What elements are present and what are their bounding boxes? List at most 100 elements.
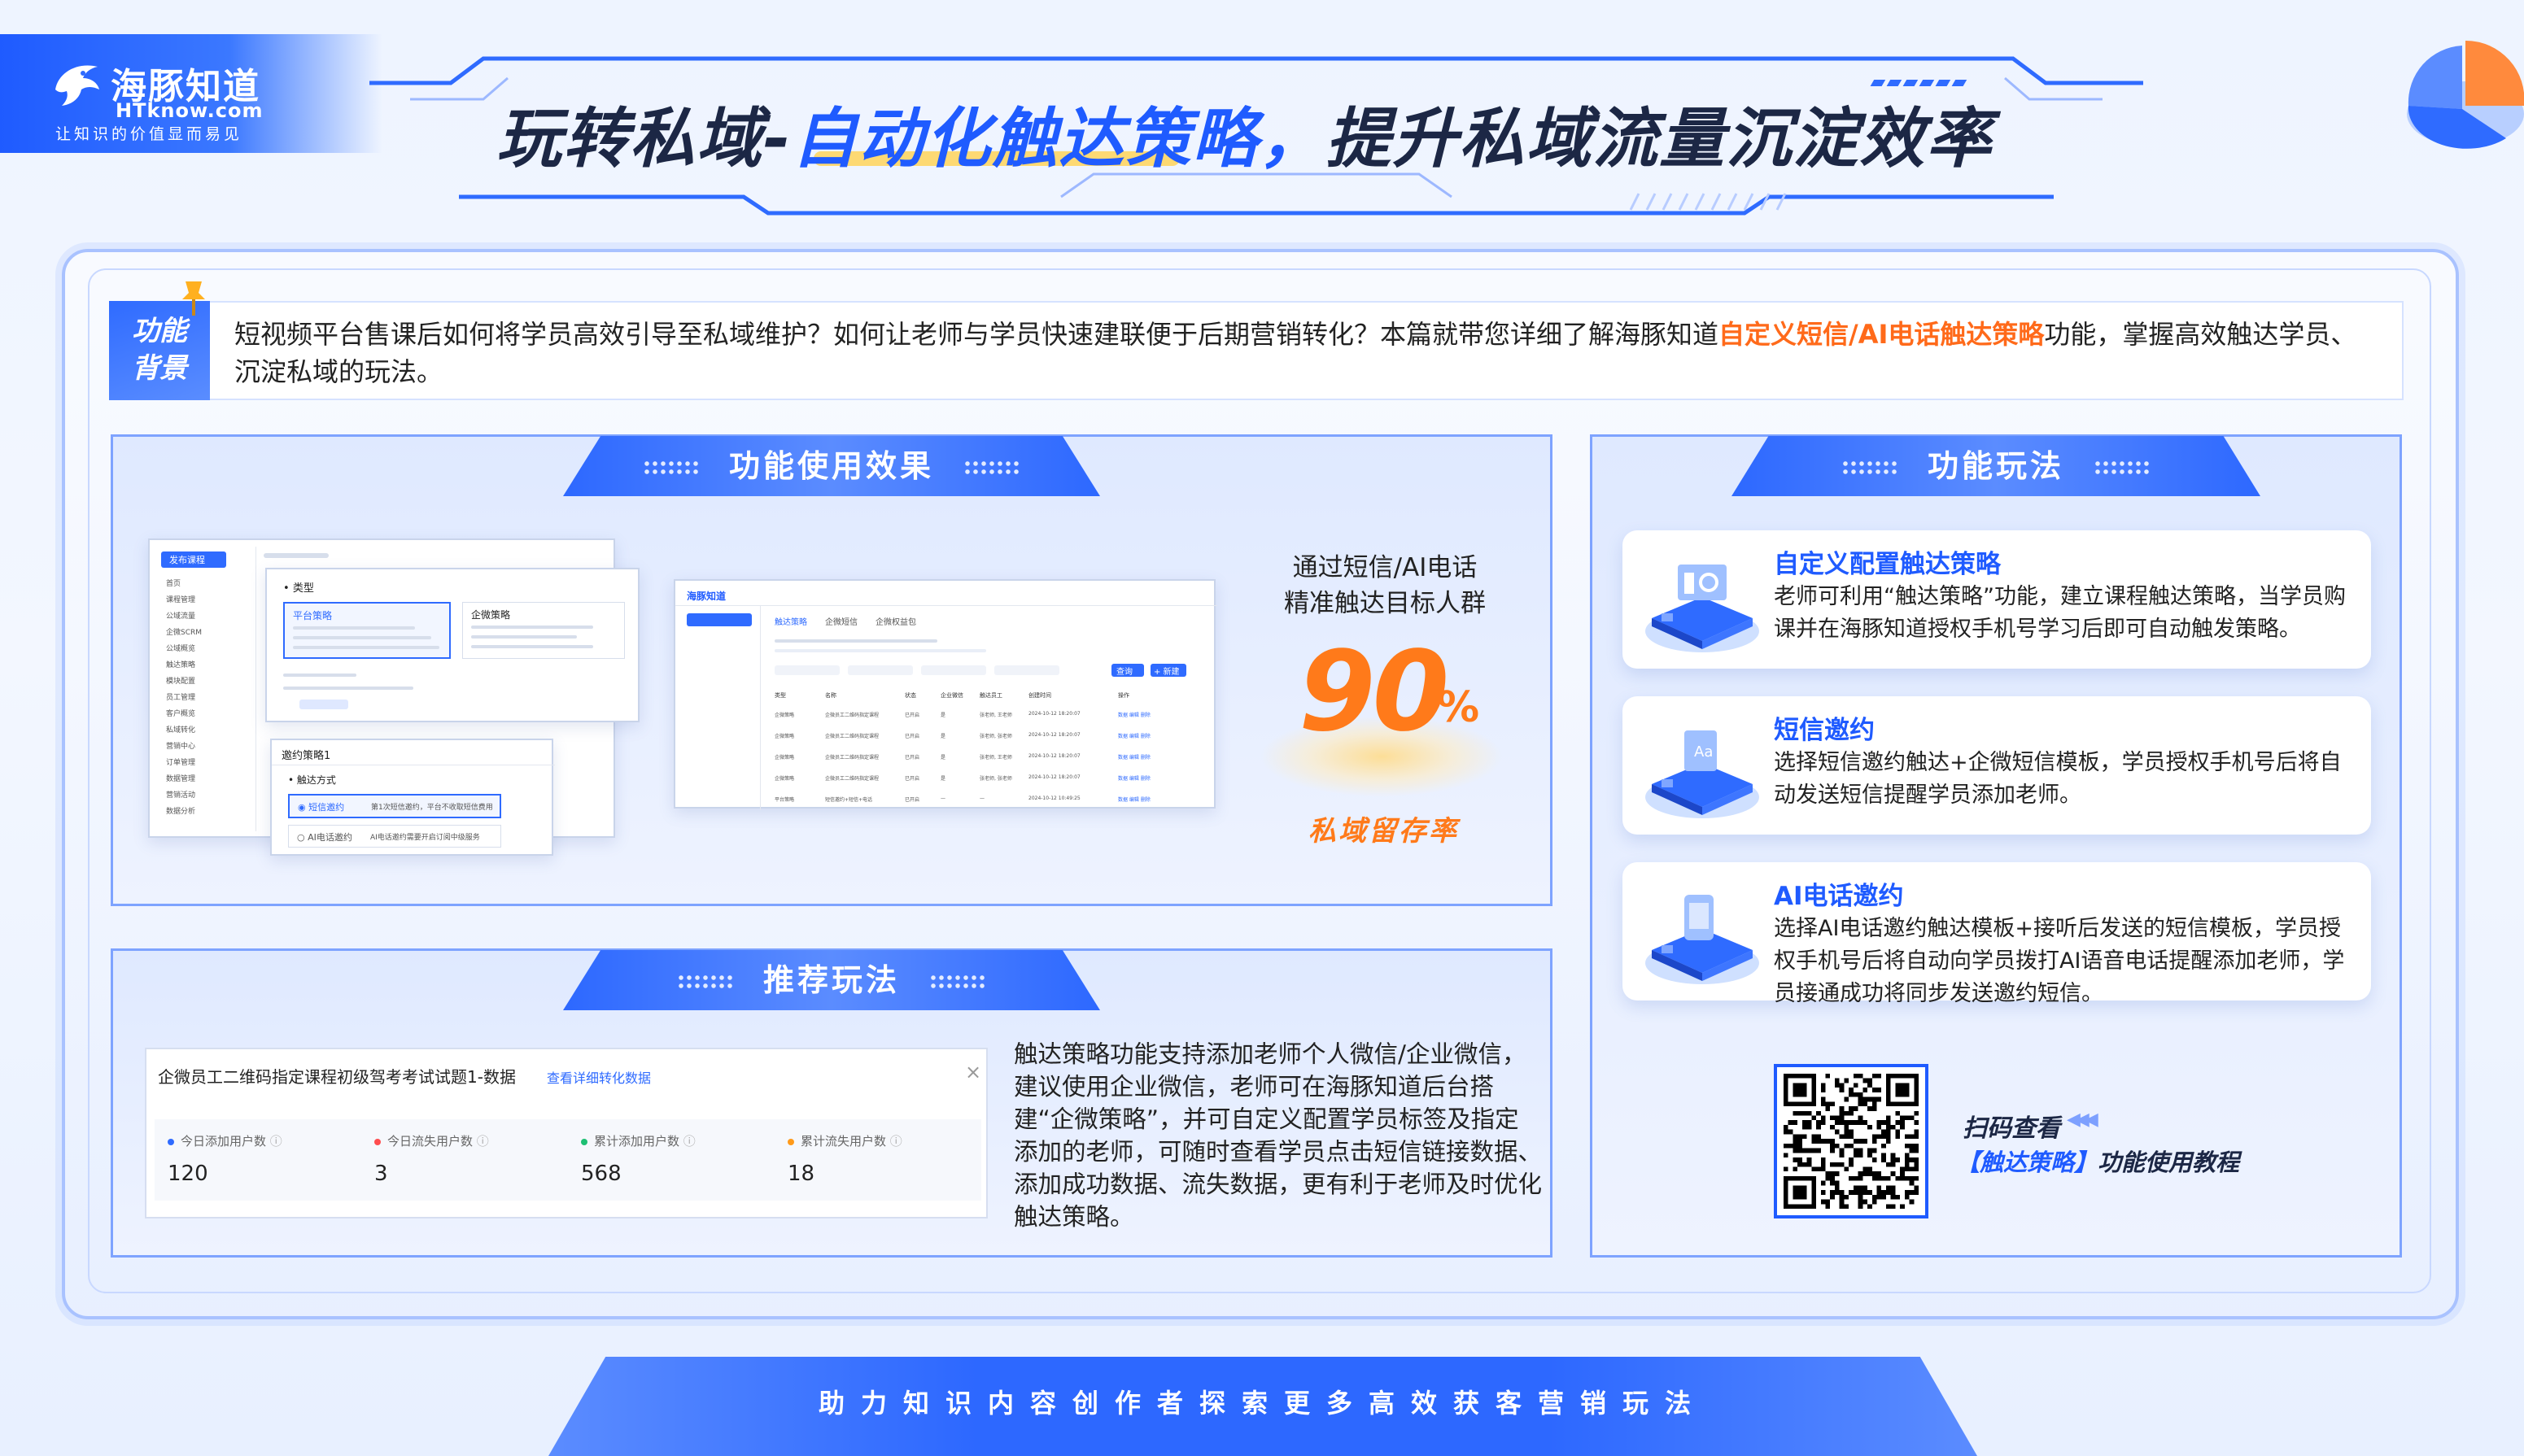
screenshot-table-header: 企业微信: [941, 692, 963, 699]
screenshot-menu-item: 企微SCRM: [166, 629, 203, 637]
screenshot-strategy-table: 海豚知道 触达策略 企微短信 企微权益包 查询 + 新建 类型 名称 状态 企业微信 触达员…: [674, 579, 1217, 810]
help-icon[interactable]: ⓘ: [679, 1134, 696, 1149]
stat-label: 累计流失用户数 ⓘ: [788, 1132, 902, 1149]
screenshot-table-cell: 数据 编辑 删除: [1118, 755, 1151, 761]
screenshot-table-cell: 短信邀约+短信+电话: [825, 797, 873, 803]
pushpin-icon: [182, 281, 205, 316]
phone-icon: [1637, 872, 1767, 994]
screenshot-table-cell: 已开启: [905, 755, 920, 761]
effect-section-heading: 功能使用效果: [563, 436, 1100, 496]
stat-label: 今日流失用户数 ⓘ: [374, 1132, 489, 1149]
brand-domain: HTknow.com: [116, 99, 264, 122]
title-highlight: 自动化触达策略，: [792, 101, 1326, 177]
retention-caption: 私域留存率: [1308, 815, 1459, 848]
screenshot-table-cell: 企微策略: [775, 755, 795, 761]
stat-value: 18: [788, 1162, 815, 1186]
retention-number: 90: [1299, 628, 1449, 756]
screenshot-menu-item: 首页: [166, 580, 181, 588]
screenshot-menu-item: 员工管理: [166, 694, 196, 702]
screenshot-tab: 企微短信: [825, 618, 858, 627]
stats-card-title: 企微员工二维码指定课程初级驾考考试试题1-数据: [158, 1067, 516, 1087]
screenshot-menu-item: 客户概览: [166, 710, 196, 718]
brand-logo[interactable]: 海豚知道 HTknow.com 让知识的价值显而易见: [50, 54, 295, 143]
screenshot-tab: 企微权益包: [876, 618, 916, 627]
brand-slogan: 让知识的价值显而易见: [55, 125, 243, 143]
play-card: AI电话邀约选择AI电话邀约触达模板+接听后发送的短信模板，学员授权手机号后将自…: [1622, 862, 2371, 1006]
page-title: 玩转私域-自动化触达策略，提升私域流量沉淀效率: [496, 101, 1993, 177]
screenshot-table-header: 触达员工: [980, 692, 1002, 699]
screenshot-table-header: 创建时间: [1028, 692, 1051, 699]
help-icon[interactable]: ⓘ: [266, 1134, 282, 1149]
qr-arrows-icon: ◀◀◀: [2067, 1109, 2098, 1130]
screenshot-table-cell: 是: [941, 713, 946, 718]
screenshot-menu-item: 数据分析: [166, 808, 196, 816]
screenshot-table-cell: 是: [941, 734, 946, 739]
screenshot-table-cell: 企微员工二维码指定课程: [825, 734, 880, 739]
sms-icon: Aa: [1637, 706, 1767, 828]
screenshot-type-card: • 类型 平台策略 企微策略: [265, 568, 640, 722]
screenshot-table-cell: 2024-10-12 18:20:07: [1028, 732, 1081, 738]
screenshot-table-cell: 企微员工二维码指定课程: [825, 755, 880, 761]
play-card-title: 自定义配置触达策略: [1774, 550, 2001, 579]
stat-label: 今日添加用户数 ⓘ: [168, 1132, 282, 1149]
stat-card: 今日流失用户数 ⓘ 3: [361, 1119, 568, 1201]
screenshot-table-cell: 已开启: [905, 734, 920, 739]
play-section-heading: 功能玩法: [1731, 436, 2260, 496]
help-icon[interactable]: ⓘ: [886, 1134, 902, 1149]
screenshot-table-cell: 企微策略: [775, 776, 795, 782]
play-card: 自定义配置触达策略老师可利用“触达策略”功能，建立课程触达策略，当学员购课并在海…: [1622, 530, 2371, 669]
screenshot-menu-item: 公域流量: [166, 612, 196, 621]
stat-dot-icon: [788, 1138, 794, 1145]
screenshot-table-cell: 是: [941, 776, 946, 782]
close-icon[interactable]: ×: [965, 1061, 981, 1083]
screenshot-table-cell: 张老师, 张老师: [980, 776, 1012, 782]
recommend-section-heading: 推荐玩法: [563, 950, 1100, 1010]
screenshot-invite-popup: 邀约策略1 • 触达方式 ◉ 短信邀约 第1次短信邀约，平台不收取短信费用 ○ …: [270, 739, 555, 856]
stats-detail-link[interactable]: 查看详细转化数据: [547, 1067, 651, 1087]
screenshot-menu-item: 订单管理: [166, 759, 196, 767]
screenshot-table-header: 类型: [775, 692, 786, 699]
qr-tip-scan: 扫码查看: [1963, 1114, 2060, 1143]
stat-card: 累计添加用户数 ⓘ 568: [568, 1119, 775, 1201]
stat-dot-icon: [374, 1138, 381, 1145]
config-icon: [1637, 540, 1767, 662]
screenshot-table-cell: 张老师, 王老师: [980, 713, 1012, 718]
stat-dot-icon: [581, 1138, 587, 1145]
stat-card: 今日添加用户数 ⓘ 120: [155, 1119, 361, 1201]
play-card: Aa 短信邀约选择短信邀约触达+企微短信模板，学员授权手机号后将自动发送短信提醒学…: [1622, 696, 2371, 835]
screenshot-table-cell: 2024-10-12 18:20:07: [1028, 711, 1081, 717]
screenshot-table-cell: 张老师, 王老师: [980, 755, 1012, 761]
stat-card: 累计流失用户数 ⓘ 18: [775, 1119, 981, 1201]
screenshot-table-cell: 张老师, 张老师: [980, 734, 1012, 739]
screenshot-table-cell: 已开启: [905, 776, 920, 782]
background-text: 短视频平台售课后如何将学员高效引导至私域维护？如何让老师与学员快速建联便于后期营…: [234, 319, 2357, 387]
screenshot-table-cell: 数据 编辑 删除: [1118, 713, 1151, 718]
stat-value: 120: [168, 1162, 208, 1186]
dolphin-logo-icon: [55, 65, 99, 106]
screenshot-table-cell: 2024-10-12 18:20:07: [1028, 753, 1081, 759]
screenshot-table-header: 状态: [905, 692, 916, 699]
screenshot-menu-item: 触达策略: [166, 661, 196, 669]
screenshot-table-cell: 平台策略: [775, 797, 795, 803]
screenshot-menu-item: 营销活动: [166, 791, 196, 800]
screenshot-table-cell: 数据 编辑 删除: [1118, 776, 1151, 782]
play-card-desc: 选择短信邀约触达+企微短信模板，学员授权手机号后将自动发送短信提醒学员添加老师。: [1774, 750, 2342, 808]
play-card-title: AI电话邀约: [1774, 882, 1904, 911]
retention-unit: %: [1437, 683, 1480, 732]
background-highlight: 自定义短信/AI电话触达策略: [1718, 319, 2045, 350]
play-card-desc: 选择AI电话邀约触达模板+接听后发送的短信模板，学员授权手机号后将自动向学员拨打…: [1774, 916, 2345, 1006]
effect-copy: 通过短信/AI电话 精准触达目标人群: [1284, 553, 1486, 618]
screenshot-menu-item: 营销中心: [166, 743, 196, 751]
play-card-desc: 老师可利用“触达策略”功能，建立课程触达策略，当学员购课并在海豚知道授权手机号学…: [1774, 584, 2346, 642]
stat-value: 3: [374, 1162, 388, 1186]
screenshot-menu-item: 模块配置: [166, 678, 196, 686]
screenshot-menu-item: 数据管理: [166, 775, 196, 783]
pie-decoration-icon: [2407, 40, 2524, 149]
svg-text:Aa: Aa: [1694, 743, 1713, 761]
screenshot-table-cell: 企微策略: [775, 734, 795, 739]
qr-code[interactable]: [1774, 1064, 1928, 1218]
recommend-text: 触达策略功能支持添加老师个人微信/企业微信，建议使用企业微信，老师可在海豚知道后…: [1014, 1040, 1543, 1231]
screenshot-table-cell: —: [980, 796, 985, 801]
play-card-title: 短信邀约: [1774, 716, 1875, 745]
help-icon[interactable]: ⓘ: [473, 1134, 489, 1149]
